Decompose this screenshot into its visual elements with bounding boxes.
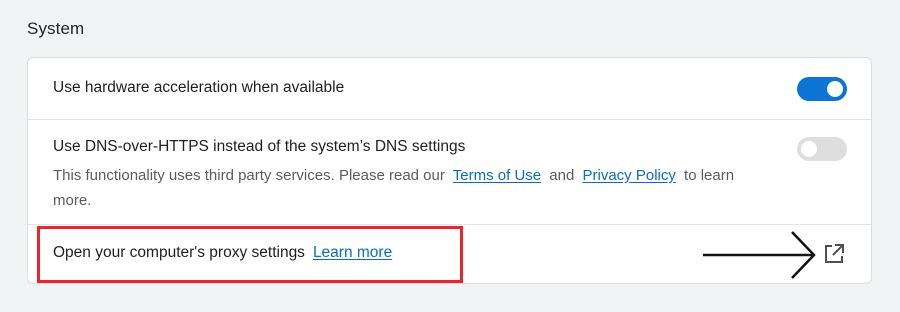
setting-row-hardware-acceleration: Use hardware acceleration when available: [28, 58, 871, 120]
setting-row-dns-over-https: Use DNS-over-HTTPS instead of the system…: [28, 120, 871, 225]
toggle-knob: [827, 81, 843, 97]
hardware-acceleration-label: Use hardware acceleration when available: [53, 79, 345, 96]
section-title: System: [27, 19, 85, 38]
description-and: and: [549, 167, 575, 184]
terms-of-use-link[interactable]: Terms of Use: [453, 167, 541, 184]
settings-page: System Use hardware acceleration when av…: [0, 0, 900, 312]
hardware-acceleration-toggle[interactable]: [797, 77, 847, 101]
dns-over-https-label: Use DNS-over-HTTPS instead of the system…: [53, 138, 466, 155]
description-prefix: This functionality uses third party serv…: [53, 167, 445, 184]
arrow-right-icon: [703, 231, 816, 279]
highlight-annotation-box: [37, 226, 463, 283]
toggle-knob: [801, 141, 817, 157]
dns-over-https-description: This functionality uses third party serv…: [53, 163, 753, 213]
privacy-policy-link[interactable]: Privacy Policy: [583, 167, 676, 184]
external-link-icon[interactable]: [823, 243, 845, 265]
dns-over-https-toggle[interactable]: [797, 137, 847, 161]
